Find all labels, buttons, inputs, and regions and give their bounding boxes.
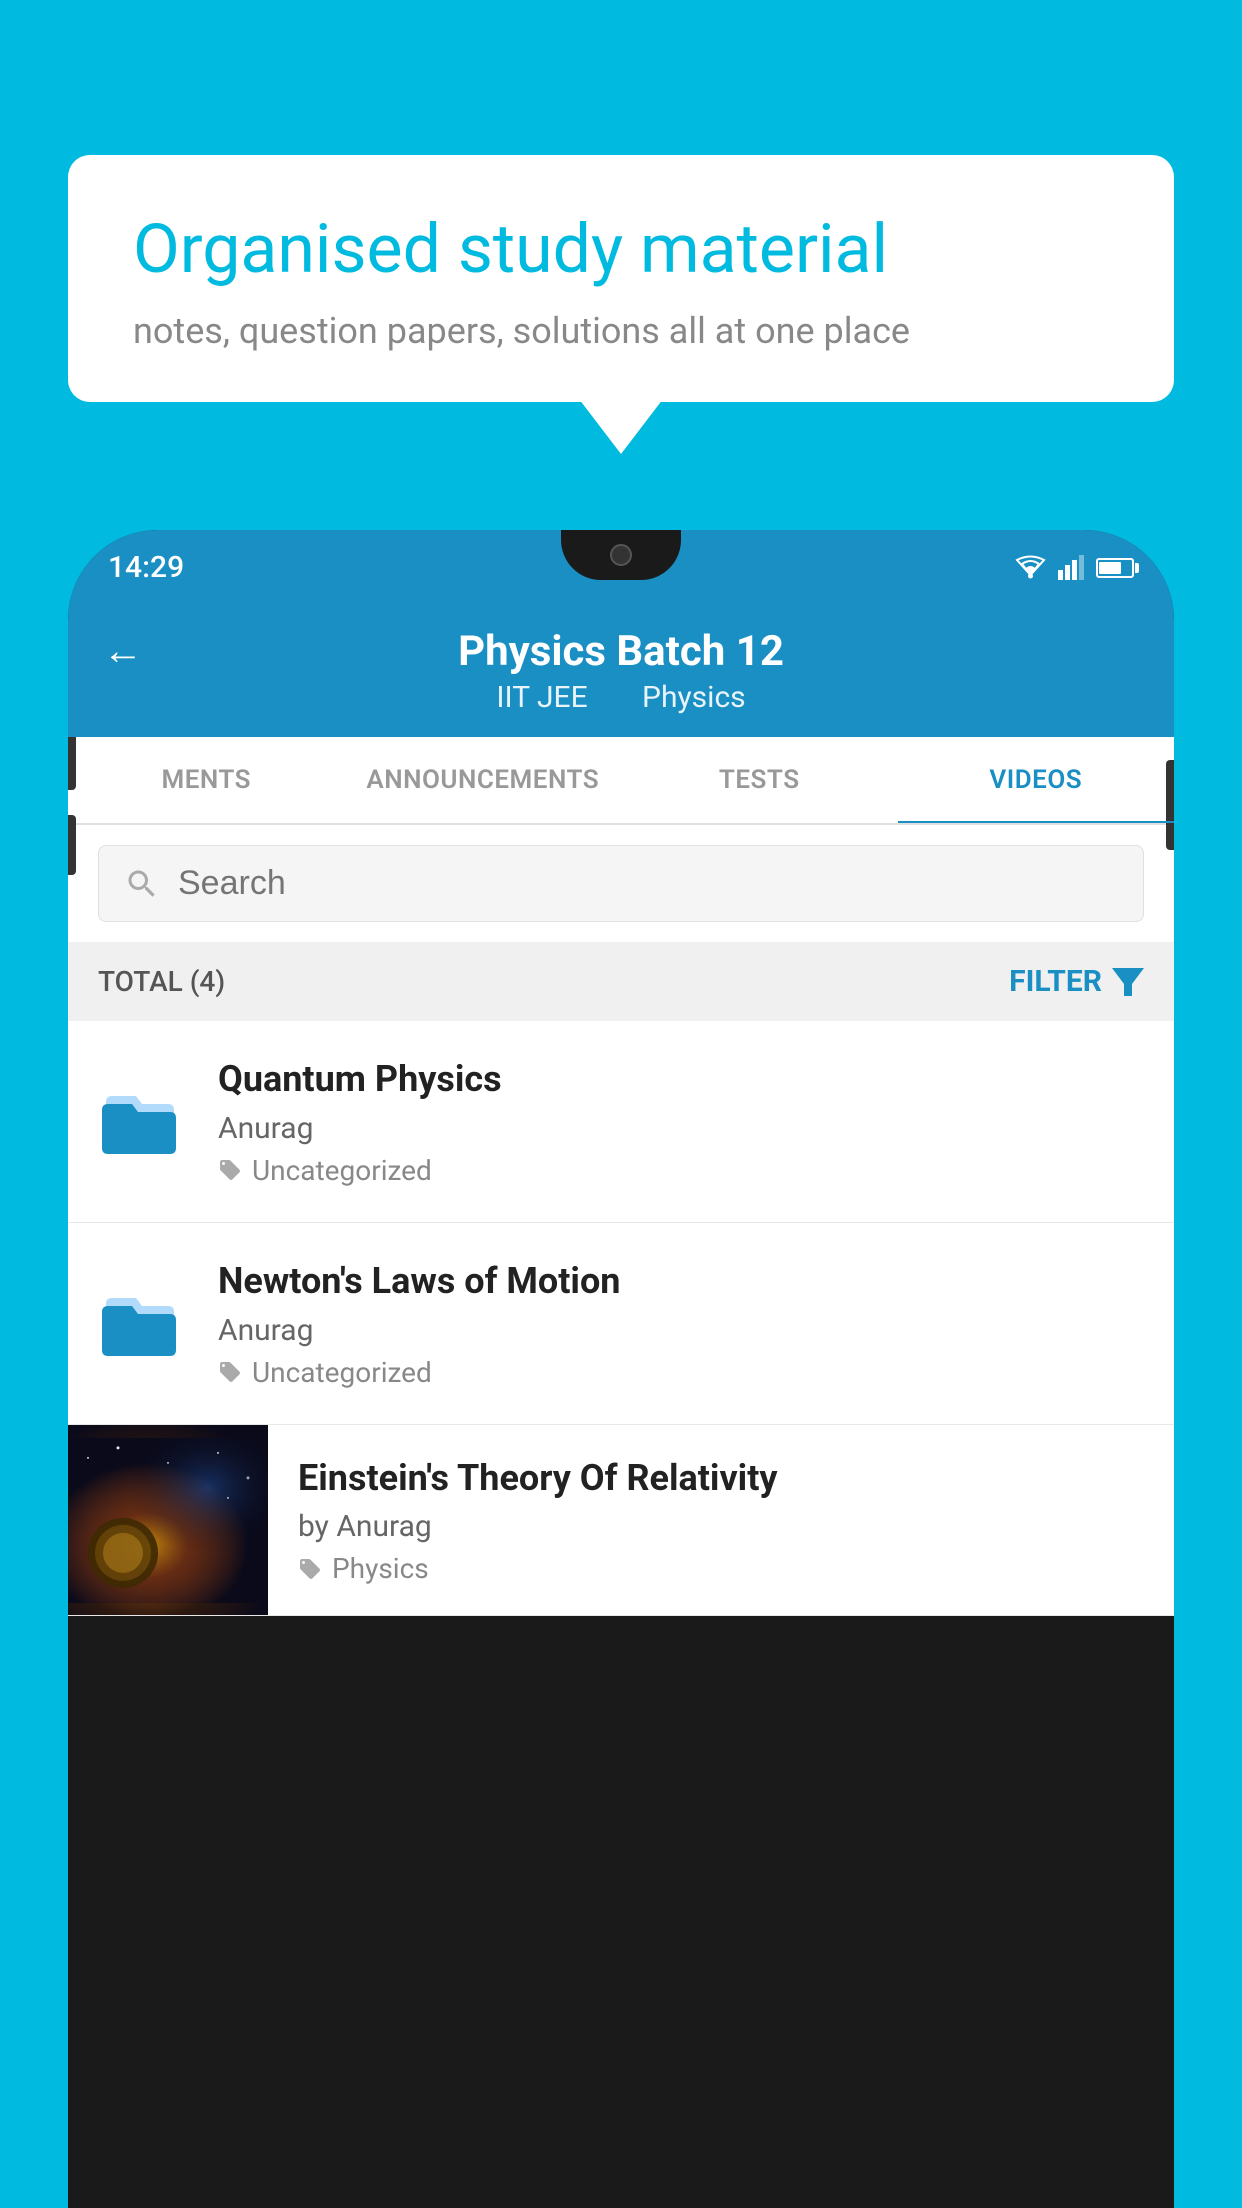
video-tag-newton: Uncategorized bbox=[218, 1356, 1144, 1389]
video-item-quantum[interactable]: Quantum Physics Anurag Uncategorized bbox=[68, 1021, 1174, 1223]
status-icons bbox=[1013, 555, 1134, 580]
header-subtitle: IIT JEE Physics bbox=[488, 680, 753, 715]
video-tag-einstein: Physics bbox=[298, 1552, 1144, 1585]
signal-icon bbox=[1058, 555, 1086, 580]
tab-announcements[interactable]: ANNOUNCEMENTS bbox=[345, 737, 622, 823]
tab-videos[interactable]: VIDEOS bbox=[898, 737, 1175, 823]
volume-down-button bbox=[68, 815, 76, 875]
thumbnail-bg bbox=[68, 1425, 268, 1616]
video-tag-text-einstein: Physics bbox=[332, 1552, 429, 1585]
video-tag-text-quantum: Uncategorized bbox=[252, 1154, 432, 1187]
folder-icon-newton bbox=[98, 1284, 188, 1363]
header-subtitle-iitjee: IIT JEE bbox=[496, 680, 587, 715]
search-icon bbox=[124, 866, 160, 902]
video-item-einstein[interactable]: Einstein's Theory Of Relativity by Anura… bbox=[68, 1425, 1174, 1617]
wifi-icon bbox=[1013, 555, 1048, 580]
video-title-einstein: Einstein's Theory Of Relativity bbox=[298, 1455, 1144, 1502]
status-bar: 14:29 bbox=[68, 530, 1174, 605]
video-title-quantum: Quantum Physics bbox=[218, 1056, 1144, 1103]
phone-notch bbox=[561, 530, 681, 580]
speech-bubble-subtext: notes, question papers, solutions all at… bbox=[133, 310, 1109, 352]
tab-tests[interactable]: TESTS bbox=[621, 737, 898, 823]
status-time: 14:29 bbox=[108, 550, 184, 585]
tag-icon-newton bbox=[218, 1360, 242, 1384]
search-input[interactable] bbox=[178, 864, 1118, 903]
total-count: TOTAL (4) bbox=[98, 965, 225, 998]
app-header: ← Physics Batch 12 IIT JEE Physics bbox=[68, 605, 1174, 737]
speech-bubble-heading: Organised study material bbox=[133, 210, 1109, 288]
header-subtitle-separator bbox=[611, 680, 626, 715]
video-list: Quantum Physics Anurag Uncategorized bbox=[68, 1021, 1174, 1616]
video-info-einstein: Einstein's Theory Of Relativity by Anura… bbox=[268, 1425, 1174, 1616]
battery-icon bbox=[1096, 558, 1134, 578]
header-title: Physics Batch 12 bbox=[458, 627, 784, 676]
video-author-einstein: by Anurag bbox=[298, 1509, 1144, 1544]
back-button[interactable]: ← bbox=[103, 627, 143, 674]
video-thumbnail-einstein bbox=[68, 1425, 268, 1616]
tab-bar: MENTS ANNOUNCEMENTS TESTS VIDEOS bbox=[68, 737, 1174, 825]
video-info-quantum: Quantum Physics Anurag Uncategorized bbox=[218, 1056, 1144, 1187]
filter-bar: TOTAL (4) FILTER bbox=[68, 942, 1174, 1021]
video-item-newton[interactable]: Newton's Laws of Motion Anurag Uncategor… bbox=[68, 1223, 1174, 1425]
video-tag-quantum: Uncategorized bbox=[218, 1154, 1144, 1187]
tag-icon-einstein bbox=[298, 1557, 322, 1581]
filter-icon bbox=[1112, 968, 1144, 996]
search-container bbox=[68, 825, 1174, 942]
speech-bubble: Organised study material notes, question… bbox=[68, 155, 1174, 402]
video-tag-text-newton: Uncategorized bbox=[252, 1356, 432, 1389]
video-info-newton: Newton's Laws of Motion Anurag Uncategor… bbox=[218, 1258, 1144, 1389]
front-camera bbox=[610, 544, 632, 566]
filter-button[interactable]: FILTER bbox=[1009, 964, 1144, 999]
video-author-newton: Anurag bbox=[218, 1313, 1144, 1348]
filter-label: FILTER bbox=[1009, 964, 1102, 999]
video-author-quantum: Anurag bbox=[218, 1111, 1144, 1146]
video-title-newton: Newton's Laws of Motion bbox=[218, 1258, 1144, 1305]
folder-icon-quantum bbox=[98, 1082, 188, 1161]
phone-frame: 14:29 ← Phy bbox=[68, 530, 1174, 2208]
tab-ments[interactable]: MENTS bbox=[68, 737, 345, 823]
nebula-bg bbox=[68, 1425, 268, 1616]
tag-icon-quantum bbox=[218, 1158, 242, 1182]
header-subtitle-physics: Physics bbox=[642, 680, 746, 715]
search-bar[interactable] bbox=[98, 845, 1144, 922]
